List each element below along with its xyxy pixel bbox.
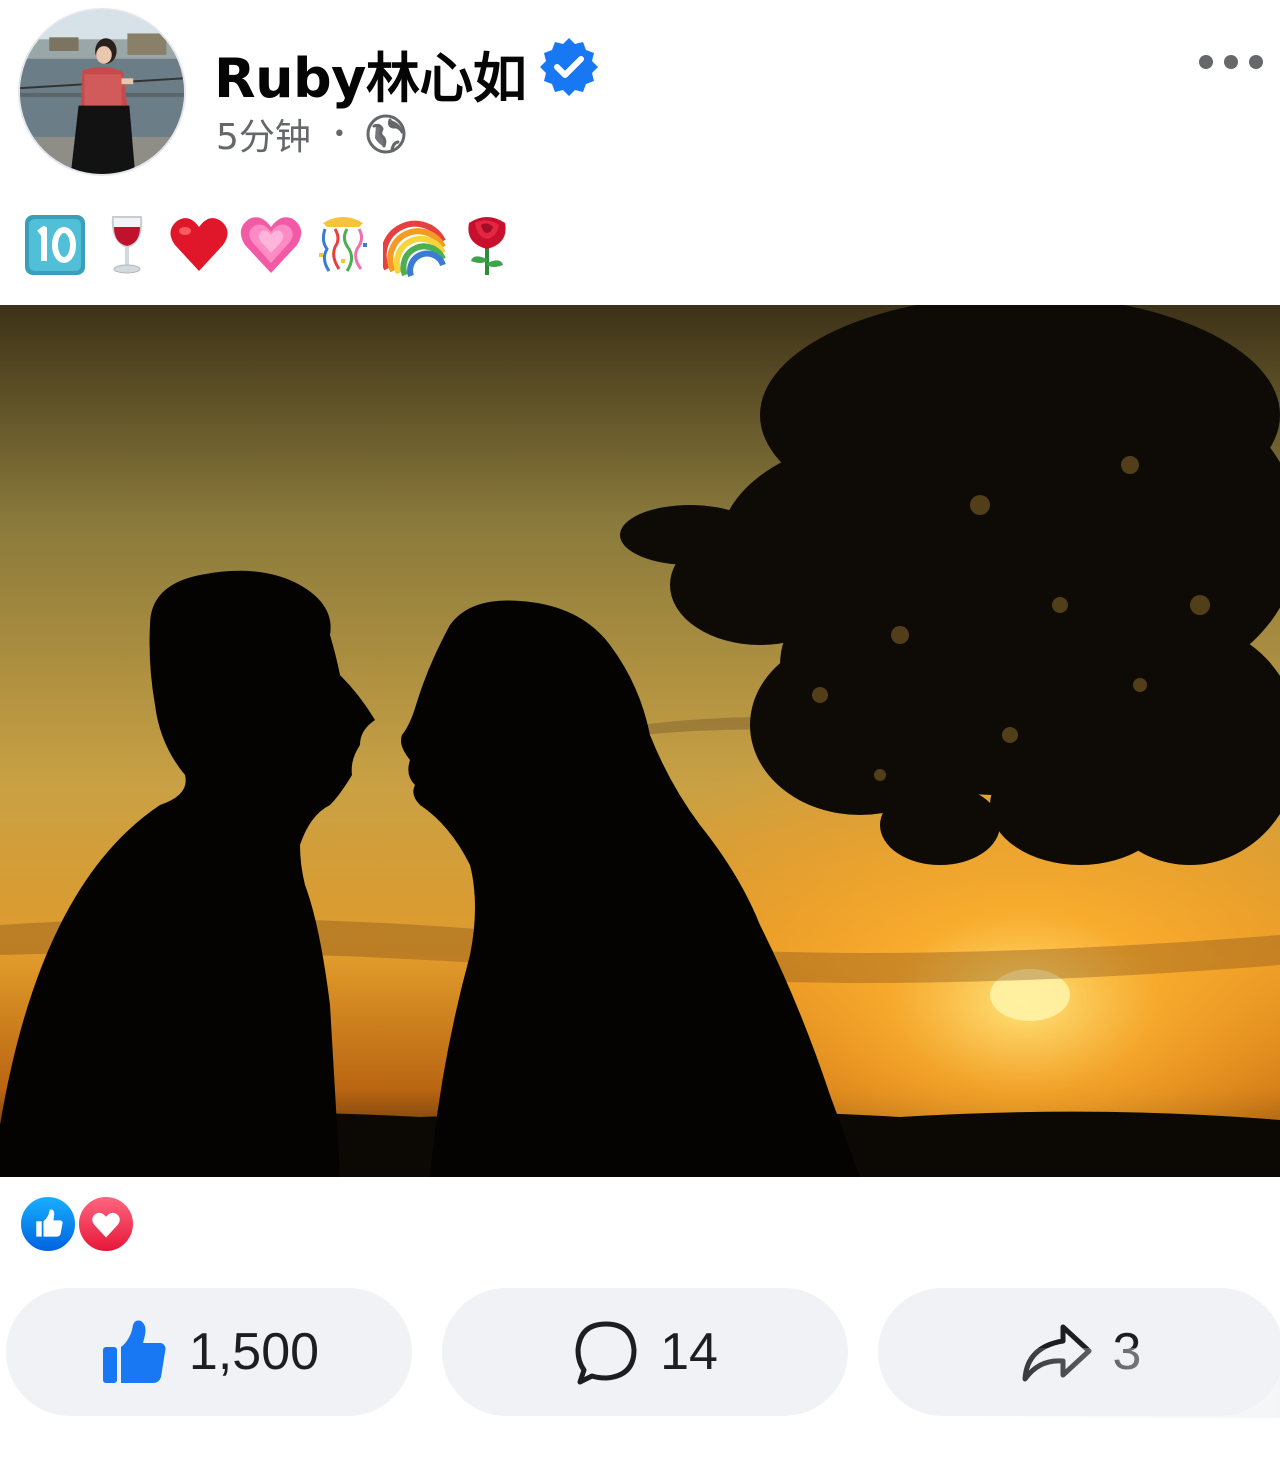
reaction-icons[interactable] (18, 1194, 158, 1256)
author-avatar[interactable] (18, 8, 186, 176)
red-heart-icon (166, 209, 232, 281)
pink-heart-icon (238, 209, 304, 281)
comment-count: 14 (660, 1323, 718, 1381)
globe-icon[interactable] (364, 112, 408, 156)
confetti-icon (310, 209, 376, 281)
meta-separator: • (332, 121, 346, 147)
more-dots-icon[interactable] (1196, 50, 1266, 74)
share-count: 3 (1112, 1323, 1142, 1381)
share-arrow-icon (1022, 1324, 1092, 1382)
thumbs-up-icon (102, 1320, 166, 1383)
post-header: Ruby林心如 5分钟 • (0, 0, 1280, 190)
wine-glass-icon (94, 209, 160, 281)
post-action-bar: 1,500 14 3 (0, 1288, 1280, 1418)
comment-bubble-icon (575, 1321, 637, 1385)
share-button[interactable]: 3 (878, 1288, 1280, 1416)
like-button[interactable]: 1,500 (6, 1288, 412, 1416)
post-photo[interactable] (0, 305, 1280, 1177)
post-time[interactable]: 5分钟 (216, 108, 311, 160)
author-name[interactable]: Ruby林心如 (214, 34, 527, 113)
like-reaction-icon (18, 1194, 78, 1254)
post-caption (22, 205, 520, 285)
verified-badge-icon (540, 38, 598, 96)
love-reaction-icon (76, 1194, 136, 1254)
comment-button[interactable]: 14 (442, 1288, 848, 1416)
rose-icon (454, 209, 520, 281)
keycap-ten-icon (22, 209, 88, 281)
rainbow-icon (382, 209, 448, 281)
post-meta: 5分钟 • (216, 112, 408, 158)
like-count: 1,500 (188, 1323, 320, 1381)
